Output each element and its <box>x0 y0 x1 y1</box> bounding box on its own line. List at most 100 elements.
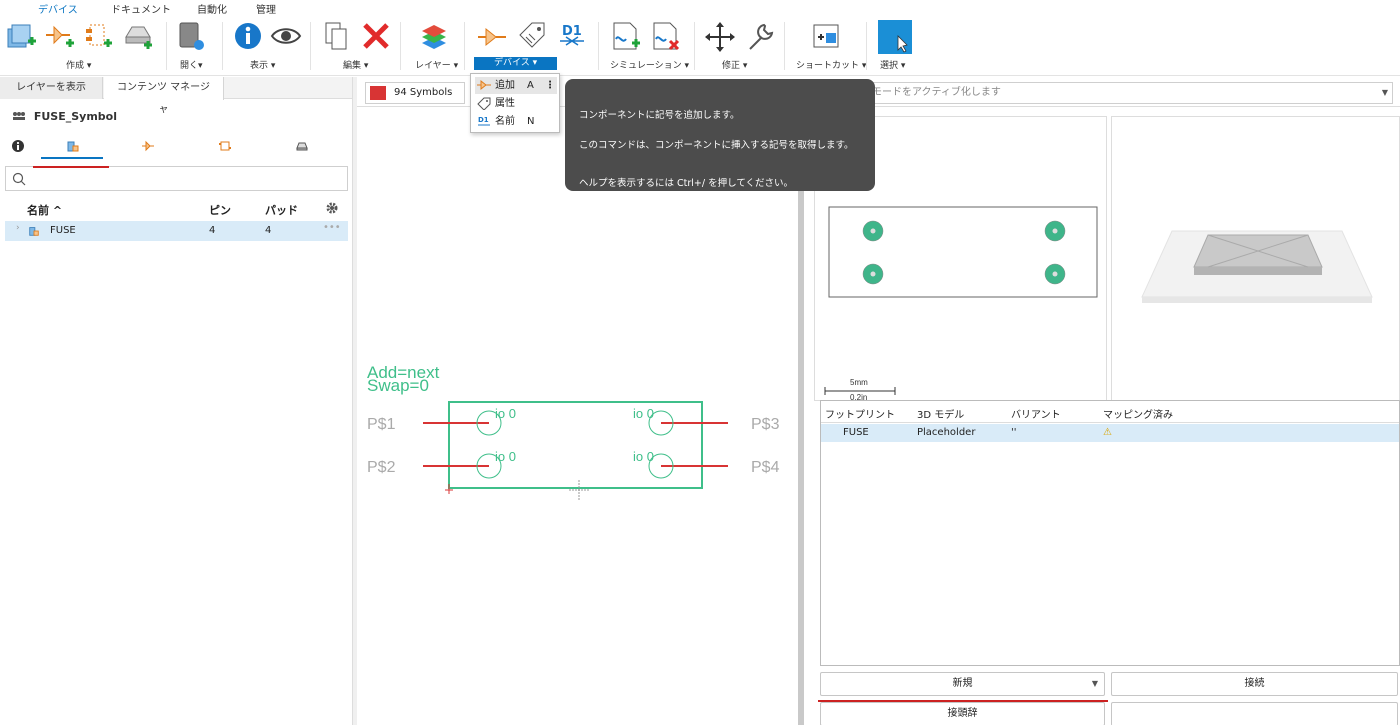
new-button[interactable]: 新規 ▼ <box>820 672 1105 696</box>
footprint-pad-center <box>1052 228 1058 234</box>
tab-document[interactable]: ドキュメント <box>111 1 171 16</box>
info-icon[interactable] <box>232 21 264 53</box>
ribbon-separator <box>598 22 599 70</box>
row-name: FUSE <box>50 225 76 236</box>
select-cursor-icon[interactable] <box>878 20 912 54</box>
copy-icon[interactable] <box>322 21 354 53</box>
empty-field[interactable] <box>1111 702 1398 725</box>
chevron-down-icon[interactable]: ▼ <box>1382 83 1388 103</box>
info-icon[interactable] <box>11 139 25 153</box>
connect-button[interactable]: 接続 <box>1111 672 1398 696</box>
new-3d-package-icon[interactable] <box>122 21 154 53</box>
column-pins[interactable]: ピン <box>209 202 231 218</box>
search-input[interactable] <box>5 166 348 191</box>
group-modify-label[interactable]: 修正 ▾ <box>722 58 747 71</box>
table-row[interactable]: › FUSE 4 4 ••• <box>5 221 348 241</box>
column-name[interactable]: 名前 ^ <box>27 202 62 218</box>
symbol-tab-icon[interactable] <box>141 139 155 153</box>
ribbon-separator <box>400 22 401 70</box>
red-underline-annotation <box>818 700 1108 702</box>
shortcut-icon[interactable] <box>810 21 842 53</box>
grid-row[interactable]: FUSE Placeholder '' ⚠ <box>821 424 1399 442</box>
tooltip-line-2: このコマンドは、コンポーネントに挿入する記号を取得します。 <box>579 140 854 151</box>
move-icon[interactable] <box>704 21 736 53</box>
name-d1-icon[interactable]: D1 <box>556 21 588 53</box>
ribbon-separator <box>784 22 785 70</box>
new-button-label: 新規 <box>952 678 973 689</box>
group-shortcut-label[interactable]: ショートカット ▾ <box>796 58 866 71</box>
row-variant: '' <box>1011 427 1017 438</box>
gear-icon[interactable] <box>325 201 339 215</box>
add-symbol-icon[interactable] <box>476 21 508 53</box>
prefix-button[interactable]: 接頭辞 <box>820 702 1105 725</box>
row-3d-model: Placeholder <box>917 427 976 438</box>
column-3d-model[interactable]: 3D モデル <box>917 406 964 421</box>
row-pins: 4 <box>209 225 216 236</box>
new-symbol-icon[interactable] <box>44 21 76 53</box>
chevron-down-icon[interactable]: ▼ <box>1092 673 1098 695</box>
row-footprint: FUSE <box>843 427 869 438</box>
open-library-icon[interactable] <box>176 21 208 53</box>
group-edit-label[interactable]: 編集 ▾ <box>343 58 368 71</box>
attribute-tag-icon[interactable] <box>516 21 548 53</box>
pad-label: io 0 <box>633 406 654 421</box>
more-options-icon[interactable]: ••• <box>323 222 341 233</box>
group-simulation-label[interactable]: シミュレーション ▾ <box>610 58 689 71</box>
new-footprint-icon[interactable] <box>84 21 116 53</box>
ribbon-separator <box>222 22 223 70</box>
footprint-pad-center <box>1052 271 1058 277</box>
menu-item-add-label: 追加 <box>495 80 515 91</box>
group-create-label[interactable]: 作成 ▾ <box>66 58 91 71</box>
pad-label: io 0 <box>495 449 516 464</box>
footprint-grid: フットプリント 3D モデル バリアント マッピング済み FUSE Placeh… <box>820 400 1400 666</box>
more-vertical-icon[interactable]: ⋮ <box>545 77 555 94</box>
command-input[interactable]: モードをアクティブ化します ▼ <box>867 82 1393 104</box>
menu-item-name[interactable]: D1 名前 N <box>475 113 557 130</box>
expand-arrow-icon[interactable]: › <box>16 223 20 233</box>
column-mapped[interactable]: マッピング済み <box>1103 406 1173 421</box>
layers-icon[interactable] <box>418 21 450 53</box>
menu-item-add[interactable]: 追加 A ⋮ <box>475 77 557 94</box>
group-device-label[interactable]: デバイス ▾ <box>474 57 558 70</box>
footprint-tab-icon[interactable] <box>218 139 232 153</box>
pin-name-p2: P$2 <box>367 459 396 476</box>
group-open-label[interactable]: 開く▾ <box>180 58 203 71</box>
hierarchy-icon <box>13 112 25 120</box>
package-tab-icon[interactable] <box>66 139 80 153</box>
content-subtabs <box>0 136 352 158</box>
model-3d-tab-icon[interactable] <box>295 139 309 153</box>
symbol-body <box>448 401 703 489</box>
tab-device[interactable]: デバイス <box>26 1 90 19</box>
tab-show-layers[interactable]: レイヤーを表示 <box>0 77 103 99</box>
pad-label: io 0 <box>495 406 516 421</box>
simulation-remove-icon[interactable] <box>650 21 682 53</box>
group-layer-label[interactable]: レイヤー ▾ <box>415 58 458 71</box>
wrench-icon[interactable] <box>744 21 776 53</box>
menu-item-attribute[interactable]: 属性 <box>475 95 557 112</box>
model-3d-preview[interactable] <box>1111 116 1400 401</box>
ribbon-separator <box>464 22 465 70</box>
column-footprint[interactable]: フットプリント <box>825 406 895 421</box>
delete-icon[interactable] <box>360 21 392 53</box>
tab-automation[interactable]: 自動化 <box>197 1 227 16</box>
tooltip-line-3: ヘルプを表示するには Ctrl+/ を押してください。 <box>579 178 794 189</box>
group-select-label[interactable]: 選択 ▾ <box>880 58 905 71</box>
symbol-select[interactable]: 94 Symbols <box>365 82 465 104</box>
menu-item-name-key: N <box>527 116 535 127</box>
simulation-add-icon[interactable] <box>610 21 642 53</box>
column-variant[interactable]: バリアント <box>1011 406 1061 421</box>
red-underline-annotation <box>33 166 109 168</box>
tab-content-manager[interactable]: コンテンツ マネージャ <box>104 77 224 115</box>
new-package-icon[interactable] <box>6 21 38 53</box>
prefix-button-label: 接頭辞 <box>947 708 978 719</box>
pin-name-p3: P$3 <box>751 416 780 433</box>
tooltip-line-1: コンポーネントに記号を追加します。 <box>579 110 740 121</box>
scale-label-top: 5mm <box>850 378 868 387</box>
pin-name-p1: P$1 <box>367 416 396 433</box>
eye-icon[interactable] <box>270 21 302 53</box>
row-pads: 4 <box>265 225 272 236</box>
symbol-canvas[interactable]: Add=next Swap=0 io 0 io 0 io 0 io 0 P$1 … <box>357 108 798 725</box>
group-view-label[interactable]: 表示 ▾ <box>250 58 275 71</box>
column-pads[interactable]: パッド <box>265 202 298 218</box>
tab-manage[interactable]: 管理 <box>256 1 276 16</box>
